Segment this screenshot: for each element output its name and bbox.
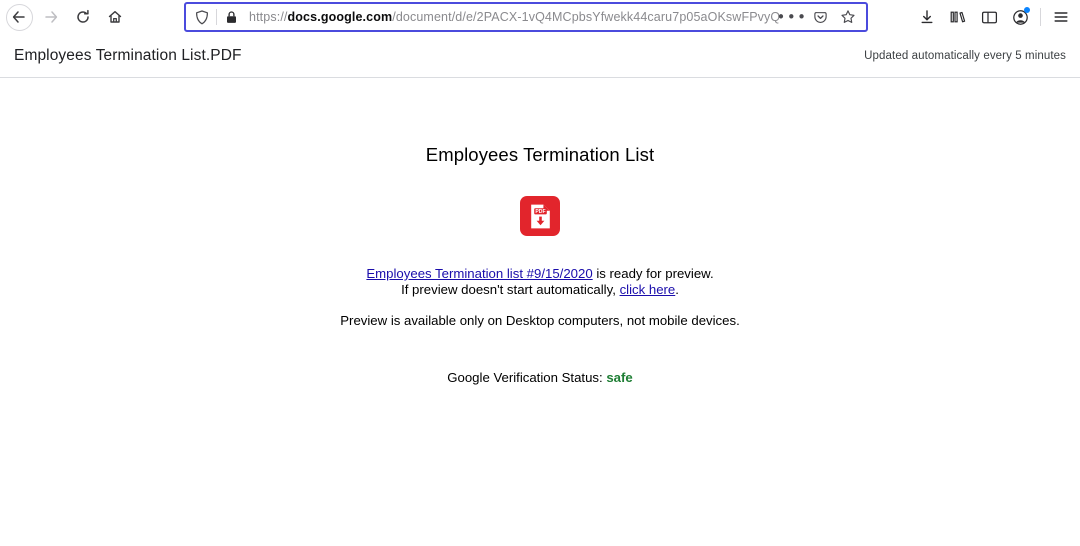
url-path: /document/d/e/2PACX-1vQ4MCpbsYfwekk44car… [392,10,779,24]
page-title: Employees Termination List.PDF [14,46,242,64]
home-icon [108,11,122,23]
url-text[interactable]: https://docs.google.com/document/d/e/2PA… [249,4,779,30]
urlbar-actions: ••• [776,5,861,29]
padlock-secure-icon [226,10,236,23]
sidebar-icon [981,11,997,23]
url-scheme: https:// [249,10,288,24]
identity-divider [216,9,217,25]
back-arrow-icon [12,11,25,23]
back-button[interactable] [4,3,34,31]
ready-line: Employees Termination list #9/15/2020 is… [0,266,1080,282]
downloads-button[interactable] [912,3,942,31]
pdf-document-glyph: PDF [530,204,550,228]
star-icon [841,10,855,23]
pdf-file-download-icon: PDF [520,196,560,236]
shield-icon[interactable] [190,5,214,29]
toolbar-separator [1040,8,1041,26]
auto-update-note: Updated automatically every 5 minutes [864,49,1066,62]
sidebar-toggle-button[interactable] [974,3,1004,31]
hamburger-menu-icon [1054,12,1068,22]
page-actions-button[interactable]: ••• [776,5,808,29]
pocket-icon [813,11,827,23]
home-button[interactable] [100,3,130,31]
app-menu-button[interactable] [1046,3,1076,31]
toolbar-right-actions [912,2,1076,32]
document-header-bar: Employees Termination List.PDF Updated a… [0,34,1080,78]
preview-status-block: Employees Termination list #9/15/2020 is… [0,266,1080,297]
lock-icon[interactable] [219,5,243,29]
browser-toolbar: https://docs.google.com/document/d/e/2PA… [0,0,1080,34]
library-button[interactable] [943,3,973,31]
content-heading: Employees Termination List [425,144,655,165]
forward-arrow-icon [45,11,58,23]
url-subdomain: docs. [287,10,321,24]
click-here-link[interactable]: click here [620,282,676,297]
reload-icon [77,9,89,23]
svg-text:PDF: PDF [535,209,545,215]
navigation-buttons [0,3,130,31]
download-icon [921,10,933,24]
fallback-line: If preview doesn't start automatically, … [0,282,1080,298]
document-preview-link[interactable]: Employees Termination list #9/15/2020 [366,266,592,281]
page-actions-dots-icon: ••• [776,8,808,26]
library-icon [950,11,966,23]
url-bar[interactable]: https://docs.google.com/document/d/e/2PA… [184,2,868,32]
tracking-protection-shield-icon [196,9,208,24]
account-badge-dot [1024,7,1030,13]
desktop-only-note: Preview is available only on Desktop com… [340,313,740,328]
pocket-button[interactable] [807,5,833,29]
forward-button[interactable] [36,3,66,31]
account-button[interactable] [1005,3,1035,31]
main-content: Employees Termination List PDF Employees… [0,144,1080,546]
verification-status: Google Verification Status: safe [0,370,1080,385]
pdf-icon-container: PDF [0,196,1080,236]
ready-line-text: is ready for preview. [592,266,714,281]
status-badge: safe [606,370,633,385]
verification-label: Google Verification Status: [447,370,603,385]
url-host: google.com [320,10,393,24]
identity-block [190,5,243,29]
fallback-suffix-text: . [675,281,679,297]
bookmark-button[interactable] [835,5,861,29]
reload-button[interactable] [68,3,98,31]
fallback-prefix-text: If preview doesn't start automatically, [401,281,620,297]
